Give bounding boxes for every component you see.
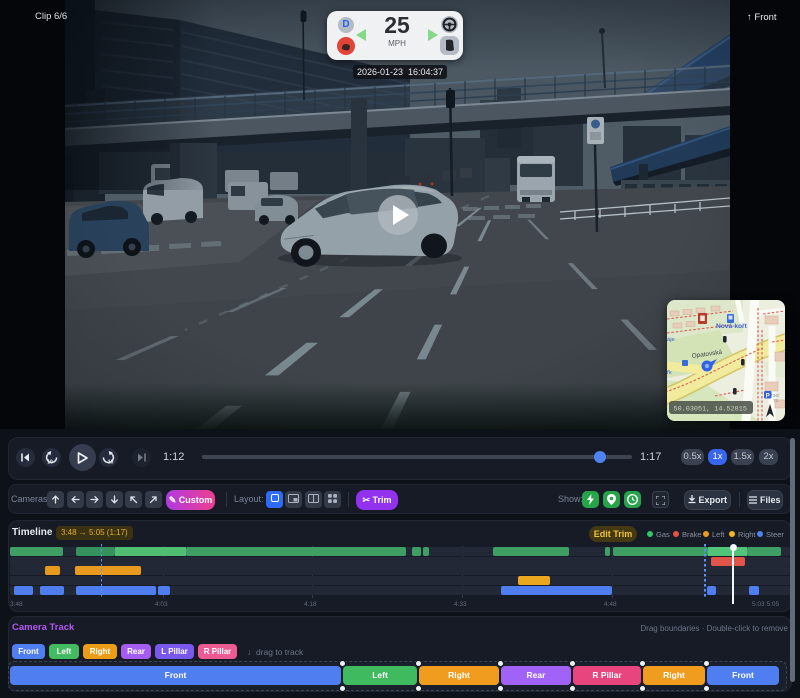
svg-text:10: 10 — [47, 460, 53, 465]
svg-text:Nová-kořt: Nová-kořt — [716, 323, 748, 330]
svg-text:71: 71 — [773, 398, 779, 404]
svg-text:50.03051, 14.52815: 50.03051, 14.52815 — [674, 406, 747, 414]
svg-text:áje: áje — [667, 337, 675, 343]
svg-text:10: 10 — [108, 460, 114, 465]
svg-text:P: P — [766, 392, 770, 399]
svg-text:řk: řk — [667, 370, 672, 376]
